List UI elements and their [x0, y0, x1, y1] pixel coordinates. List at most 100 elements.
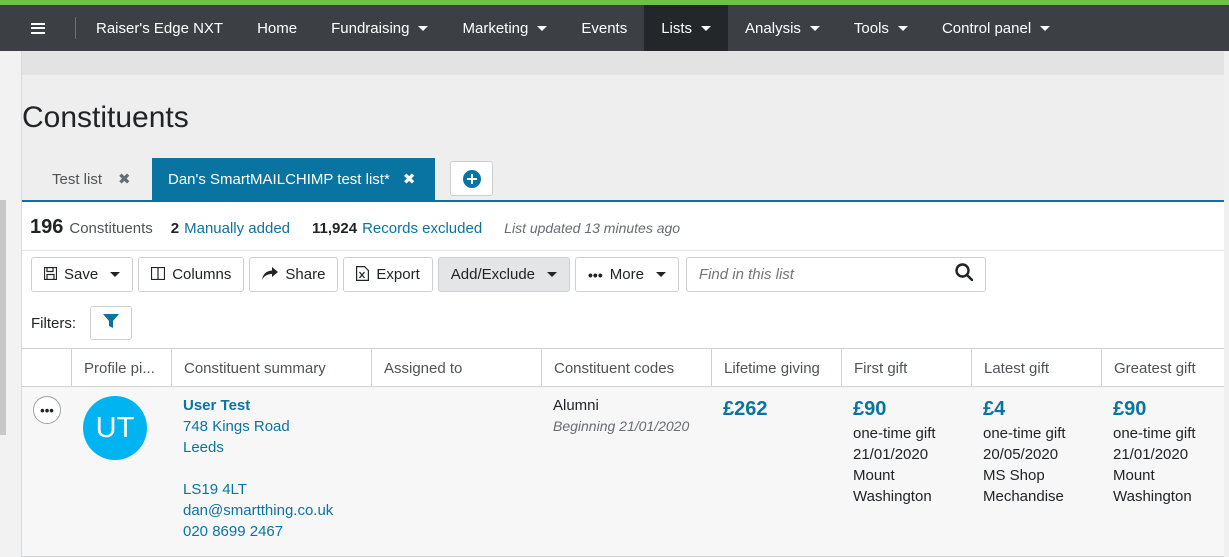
- address-postcode[interactable]: LS19 4LT: [183, 479, 371, 500]
- greatest-gift-amount[interactable]: £90: [1113, 395, 1229, 423]
- greatest-gift-type: one-time gift: [1113, 425, 1196, 442]
- tab-smartmailchimp-list[interactable]: Dan's SmartMAILCHIMP test list* ✖: [152, 158, 435, 200]
- records-excluded-link[interactable]: Records excluded: [362, 220, 482, 237]
- header-latest-gift[interactable]: Latest gift: [971, 349, 1101, 387]
- address-line[interactable]: 748 Kings Road: [183, 416, 371, 437]
- nav-item-tools[interactable]: Tools: [837, 5, 925, 51]
- add-tab-button[interactable]: [450, 161, 493, 196]
- avatar: UT: [83, 396, 147, 460]
- first-gift-fund: Mount: [853, 467, 895, 484]
- constituent-count: 196: [30, 216, 64, 238]
- chevron-down-icon: [418, 25, 429, 31]
- manually-added-link[interactable]: Manually added: [184, 220, 290, 237]
- first-gift-amount[interactable]: £90: [853, 395, 971, 423]
- table-row: ••• UT User Test 748 Kings Road Leeds LS…: [22, 387, 1229, 557]
- excluded-count: 11,924: [312, 220, 358, 237]
- greatest-gift-cell: £90 one-time gift 21/01/2020 Mount Washi…: [1101, 395, 1229, 507]
- latest-gift-date: 20/05/2020: [983, 446, 1059, 463]
- tab-test-list[interactable]: Test list ✖: [52, 158, 131, 200]
- phone-link[interactable]: 020 8699 2467: [183, 521, 371, 542]
- filters-label: Filters:: [31, 314, 76, 332]
- columns-icon: [151, 266, 166, 283]
- save-button[interactable]: Save: [31, 257, 134, 292]
- page-title: Constituents: [22, 101, 189, 134]
- header-constituent-codes[interactable]: Constituent codes: [541, 349, 711, 387]
- plus-circle-icon: [462, 169, 481, 188]
- latest-gift-fund: MS Shop: [983, 467, 1045, 484]
- search-input[interactable]: [698, 266, 929, 283]
- add-exclude-button[interactable]: Add/Exclude: [437, 257, 571, 292]
- latest-gift-type: one-time gift: [983, 425, 1066, 442]
- top-navigation: Raiser's Edge NXT Home Fundraising Marke…: [0, 0, 1229, 51]
- first-gift-fund-cont: Washington: [853, 488, 932, 505]
- funnel-icon: [103, 313, 119, 333]
- divider: [22, 250, 1229, 251]
- filters-bar: Filters:: [31, 306, 132, 340]
- lifetime-giving-amount[interactable]: £262: [723, 395, 841, 423]
- row-context-menu-button[interactable]: •••: [33, 396, 61, 424]
- floppy-disk-icon: [43, 266, 58, 283]
- header-greatest-gift[interactable]: Greatest gift: [1101, 349, 1229, 387]
- first-gift-cell: £90 one-time gift 21/01/2020 Mount Washi…: [841, 395, 971, 507]
- greatest-gift-fund: Mount: [1113, 467, 1155, 484]
- left-scroll-indicator: [0, 200, 6, 435]
- list-toolbar: Save Columns Share Export Add/Exclude ••…: [31, 257, 986, 292]
- header-profile-picture[interactable]: Profile pi...: [71, 349, 171, 387]
- main-menu-button[interactable]: [0, 5, 76, 51]
- constituent-code: Alumni: [553, 397, 599, 414]
- latest-gift-fund-cont: Mechandise: [983, 488, 1064, 505]
- right-scrollbar[interactable]: [1224, 51, 1229, 557]
- nav-item-marketing[interactable]: Marketing: [445, 5, 564, 51]
- nav-item-control-panel[interactable]: Control panel: [925, 5, 1067, 51]
- chevron-down-icon: [701, 25, 712, 31]
- share-arrow-icon: [262, 266, 279, 283]
- grid-header: Profile pi... Constituent summary Assign…: [22, 348, 1229, 387]
- brand-name[interactable]: Raiser's Edge NXT: [76, 5, 240, 51]
- nav-item-analysis[interactable]: Analysis: [728, 5, 837, 51]
- more-button[interactable]: ••• More: [575, 257, 679, 292]
- nav-item-events[interactable]: Events: [564, 5, 644, 51]
- address-blank-line: [183, 458, 371, 479]
- search-icon[interactable]: [955, 263, 974, 286]
- nav-item-fundraising[interactable]: Fundraising: [314, 5, 445, 51]
- chevron-down-icon: [809, 25, 820, 31]
- chevron-down-icon: [537, 25, 548, 31]
- close-icon[interactable]: ✖: [118, 170, 131, 188]
- constituent-name-link[interactable]: User Test: [183, 395, 371, 416]
- nav-item-lists[interactable]: Lists: [644, 5, 729, 51]
- chevron-down-icon: [1040, 25, 1051, 31]
- close-icon[interactable]: ✖: [403, 170, 416, 188]
- header-assigned-to[interactable]: Assigned to: [371, 349, 541, 387]
- left-edge-panel: [0, 0, 22, 557]
- page-header: Constituents Test list ✖ Dan's SmartMAIL…: [22, 75, 1229, 202]
- filter-button[interactable]: [90, 306, 132, 340]
- export-button[interactable]: Export: [343, 257, 433, 292]
- list-updated-text: List updated 13 minutes ago: [504, 220, 681, 236]
- header-constituent-summary[interactable]: Constituent summary: [171, 349, 371, 387]
- address-city[interactable]: Leeds: [183, 437, 371, 458]
- greatest-gift-date: 21/01/2020: [1113, 446, 1189, 463]
- constituent-count-label: Constituents: [69, 220, 153, 237]
- list-search: [685, 257, 986, 292]
- ellipsis-icon: •••: [588, 266, 603, 283]
- hamburger-icon: [31, 22, 45, 34]
- header-first-gift[interactable]: First gift: [841, 349, 971, 387]
- columns-button[interactable]: Columns: [138, 257, 245, 292]
- list-summary: 196 Constituents 2 Manually added 11,924…: [30, 216, 680, 239]
- email-link[interactable]: dan@smartthing.co.uk: [183, 500, 371, 521]
- constituent-summary-cell: User Test 748 Kings Road Leeds LS19 4LT …: [171, 395, 371, 542]
- nav-item-home[interactable]: Home: [240, 5, 314, 51]
- lifetime-giving-cell: £262: [711, 395, 841, 423]
- excel-file-icon: [356, 265, 370, 284]
- chevron-down-icon: [547, 272, 558, 277]
- header-lifetime-giving[interactable]: Lifetime giving: [711, 349, 841, 387]
- greatest-gift-fund-cont: Washington: [1113, 488, 1192, 505]
- manual-count: 2: [170, 220, 180, 237]
- first-gift-type: one-time gift: [853, 425, 936, 442]
- chevron-down-icon: [110, 272, 121, 277]
- tab-label: Test list: [52, 170, 103, 188]
- subheader-bar: [22, 51, 1229, 75]
- share-button[interactable]: Share: [249, 257, 339, 292]
- latest-gift-amount[interactable]: £4: [983, 395, 1101, 423]
- tab-label: Dan's SmartMAILCHIMP test list*: [168, 170, 390, 188]
